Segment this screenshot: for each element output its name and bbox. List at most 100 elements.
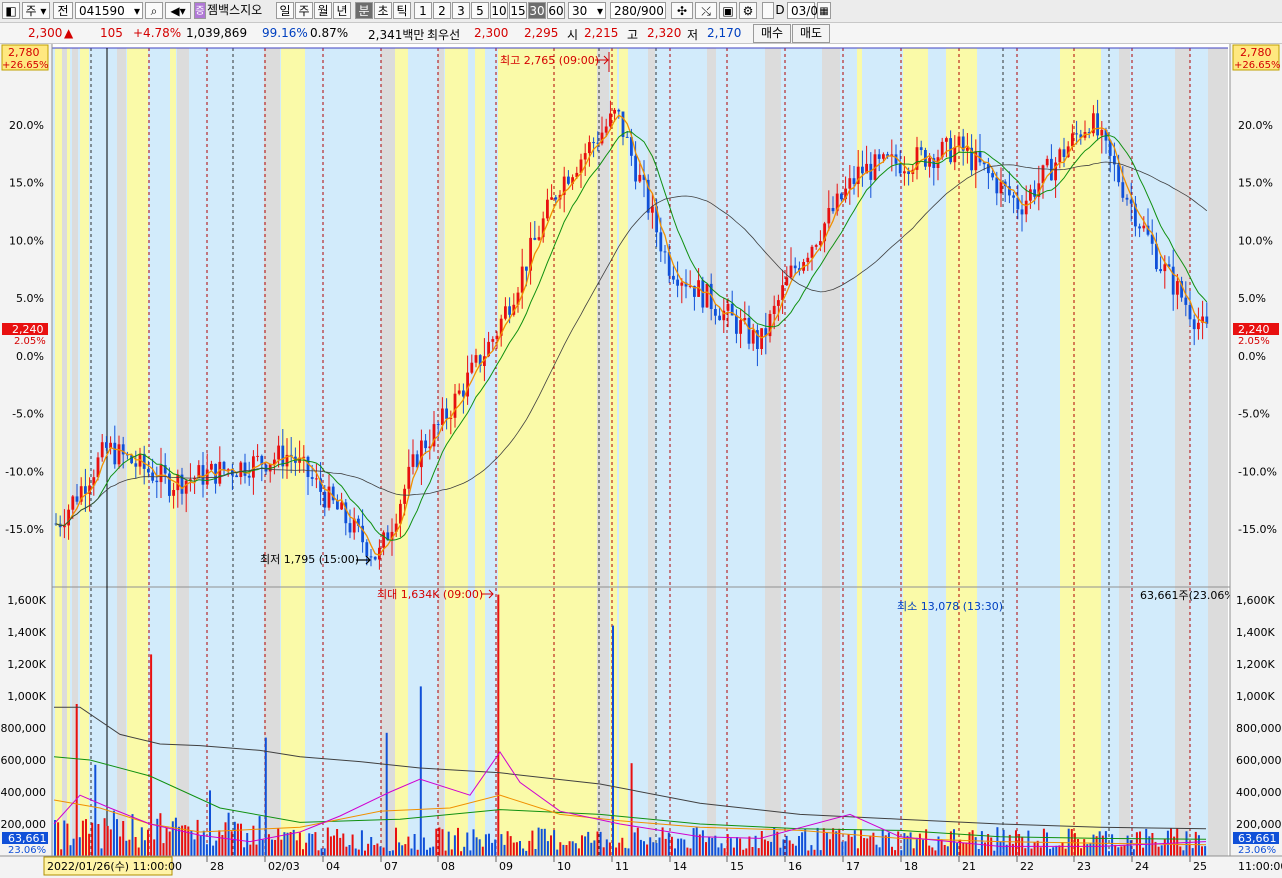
interval-30[interactable]: 30	[528, 2, 546, 19]
candle-body	[1159, 269, 1162, 272]
volume-min-annotation: 최소 13,078 (13:30)	[897, 600, 1003, 613]
candle-body	[1121, 182, 1125, 198]
prev-button[interactable]: 전	[53, 2, 73, 19]
d-checkbox[interactable]	[762, 2, 774, 19]
volume-bar	[723, 848, 726, 856]
volume-bar	[779, 847, 782, 856]
stock-code-input[interactable]: 041590 ▾	[75, 2, 143, 19]
volume-bar	[125, 840, 128, 856]
volume-bar	[940, 839, 943, 856]
volume-bar	[212, 845, 215, 856]
interval-15[interactable]: 15	[509, 2, 527, 19]
unit-second[interactable]: 초	[374, 2, 392, 19]
candle-body	[814, 245, 818, 247]
candle-body	[441, 408, 444, 425]
volume-bar	[209, 790, 211, 856]
volume-bar	[426, 849, 428, 856]
volume-bar	[1024, 848, 1027, 856]
period-week[interactable]: 주	[295, 2, 313, 19]
search-icon[interactable]: ⌕	[145, 2, 163, 19]
unit-minute[interactable]: 분	[355, 2, 373, 19]
candle-body	[810, 246, 814, 258]
interval-10[interactable]: 10	[490, 2, 508, 19]
chevron-down-icon: ▾	[596, 4, 603, 18]
candle-body	[634, 155, 637, 182]
session-band-gray	[438, 48, 444, 856]
date-input[interactable]: 03/04	[787, 2, 826, 19]
interval-1[interactable]: 1	[414, 2, 432, 19]
interval-2[interactable]: 2	[433, 2, 451, 19]
period-day[interactable]: 일	[276, 2, 294, 19]
volume-bar	[295, 840, 298, 856]
candle-body	[474, 355, 478, 363]
volume-bar	[289, 832, 292, 856]
volume-bar	[773, 827, 776, 856]
layout-icon[interactable]: ◧	[2, 2, 20, 19]
volume-bar	[323, 848, 326, 856]
volume-bar	[196, 819, 199, 856]
candle-body	[147, 468, 150, 473]
volume-bar	[298, 832, 301, 856]
candle-body	[403, 488, 406, 504]
volume-bar	[75, 704, 78, 856]
volume-bar	[1142, 847, 1145, 856]
volume-bar	[472, 829, 475, 856]
market-select[interactable]: 주 ▾	[22, 2, 50, 19]
volume-bar	[1008, 834, 1011, 856]
volume-bar	[88, 833, 91, 856]
high-price: 2,320	[647, 26, 682, 40]
interval-5[interactable]: 5	[471, 2, 489, 19]
candle-body	[315, 478, 318, 480]
price-tick-left: 20.0%	[9, 119, 44, 132]
volume-bar	[593, 840, 596, 856]
speaker-icon[interactable]: ◀▾	[165, 2, 191, 19]
candle-body	[520, 266, 524, 293]
volume-bar	[119, 836, 122, 856]
buy-button[interactable]: 매수	[753, 24, 791, 43]
volume-bar	[525, 850, 528, 856]
candle-body	[861, 166, 864, 174]
session-band-gray	[765, 48, 781, 856]
volume-bar	[460, 851, 463, 856]
unit-tick[interactable]: 틱	[393, 2, 411, 19]
crosshair-icon[interactable]: ✣	[671, 2, 693, 19]
volume-bar	[314, 832, 317, 856]
session-band-yellow	[170, 48, 176, 856]
volume-bar	[1108, 851, 1110, 856]
interval-60[interactable]: 60	[547, 2, 565, 19]
period-month[interactable]: 월	[314, 2, 332, 19]
volume-bar	[999, 841, 1002, 856]
interval-input[interactable]: 30 ▾	[568, 2, 606, 19]
candle-body	[495, 335, 499, 340]
interval-3[interactable]: 3	[452, 2, 470, 19]
gear-icon[interactable]: ⚙	[739, 2, 757, 19]
volume-bar	[395, 827, 397, 856]
candle-body	[457, 390, 461, 394]
candle-body	[277, 445, 280, 460]
volume-bar	[621, 837, 624, 856]
volume-bar	[106, 825, 109, 856]
volume-bar	[1179, 846, 1182, 856]
session-band-gray	[1208, 48, 1228, 856]
volume-bar	[568, 841, 571, 856]
calendar-icon[interactable]: ▦	[817, 2, 831, 19]
candle-body	[1197, 322, 1200, 330]
date-label: 24	[1135, 860, 1149, 873]
save-icon[interactable]: ▣	[719, 2, 737, 19]
volume-bar	[364, 850, 366, 856]
volume-bar	[900, 850, 903, 856]
candle-body	[323, 491, 327, 508]
price-tick-left: 10.0%	[9, 234, 44, 247]
volume-bar	[562, 844, 565, 856]
period-year[interactable]: 년	[333, 2, 351, 19]
volume-bar	[1170, 828, 1172, 856]
price-volume-chart[interactable]: 최고 2,765 (09:00) 최저 1,795 (15:00) 최대 1,634…	[0, 44, 1282, 878]
volume-bar	[1002, 829, 1005, 856]
price-tick-right: -15.0%	[1238, 523, 1277, 536]
draw-line-icon[interactable]: ⤯	[695, 2, 717, 19]
volume-bar	[1064, 848, 1067, 856]
candle-body	[508, 306, 511, 315]
sell-button[interactable]: 매도	[792, 24, 830, 43]
volume-bar	[1077, 839, 1079, 856]
volume-bar	[81, 820, 84, 856]
